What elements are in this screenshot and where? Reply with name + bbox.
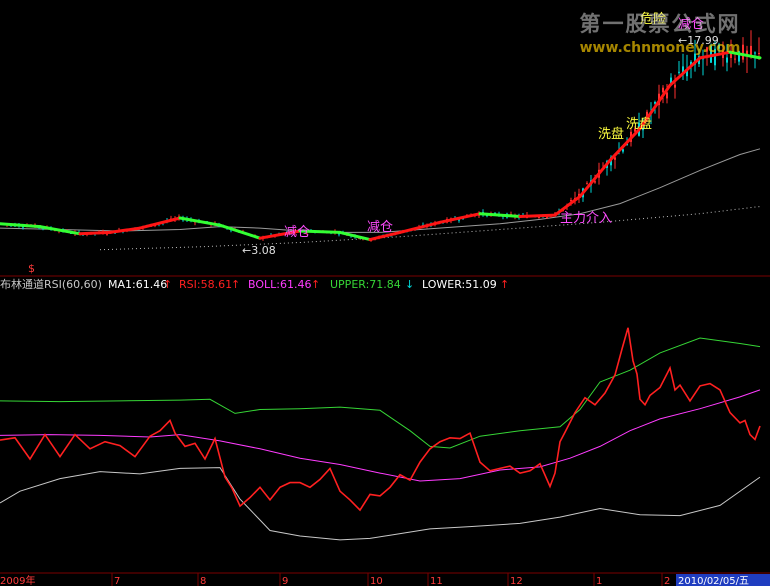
trend-line-segment bbox=[668, 56, 702, 87]
candle-body bbox=[706, 47, 708, 52]
candle-body bbox=[662, 87, 664, 93]
candle-body bbox=[678, 71, 680, 73]
candle-body bbox=[754, 52, 756, 54]
trend-line-segment bbox=[138, 216, 182, 230]
boll-value: BOLL:61.46 bbox=[248, 278, 311, 291]
lower-value: LOWER:51.09 bbox=[422, 278, 497, 291]
annotation-label: 减仓 bbox=[284, 225, 310, 240]
x-tick-label: 1 bbox=[596, 576, 602, 586]
trend-line-segment bbox=[0, 222, 42, 229]
candle-body bbox=[710, 45, 712, 63]
trend-line-segment bbox=[78, 230, 112, 236]
ma1-value: MA1:61.46 bbox=[108, 278, 167, 291]
trend-line-segment bbox=[438, 212, 482, 224]
ma1-arrow: ↑ bbox=[163, 278, 172, 291]
low-price-label: ←3.08 bbox=[242, 244, 276, 257]
x-tick-label: 2 bbox=[664, 576, 670, 586]
trend-line-segment bbox=[108, 226, 142, 234]
x-tick-label: 8 bbox=[200, 576, 206, 586]
upper-value: UPPER:71.84 bbox=[330, 278, 401, 291]
series-rsi-line bbox=[0, 327, 761, 512]
x-tick-label: 11 bbox=[430, 576, 443, 586]
x-tick-label: 10 bbox=[370, 576, 383, 586]
annotation-label: 洗盘 bbox=[598, 126, 624, 142]
series-lower-line bbox=[0, 467, 761, 541]
trend-line-segment bbox=[178, 216, 222, 227]
candle-body bbox=[742, 44, 744, 60]
indicator-name: 布林通道RSI(60,60) bbox=[0, 277, 102, 291]
trend-line-segment bbox=[398, 220, 442, 234]
boll-arrow: ↑ bbox=[311, 278, 320, 291]
annotation-label: 减仓 bbox=[678, 17, 704, 32]
lower-arrow: ↑ bbox=[500, 278, 509, 291]
trend-line-segment bbox=[578, 158, 612, 198]
divider-marker: $ bbox=[28, 262, 35, 275]
candle-body bbox=[714, 48, 716, 66]
rsi-arrow: ↑ bbox=[231, 278, 240, 291]
price-panel: 危险 减仓洗盘洗盘减仓 减仓主力介入←3.08←17.99 bbox=[0, 12, 762, 257]
rsi-panel bbox=[0, 327, 761, 541]
series-upper-line bbox=[0, 337, 761, 449]
annotation-label: 洗盘 bbox=[626, 116, 652, 132]
candle-body bbox=[758, 53, 760, 54]
candle-body bbox=[674, 84, 676, 88]
candle-body bbox=[622, 149, 624, 152]
x-tick-label: 2009年 bbox=[0, 574, 35, 586]
date-box-label: 2010/02/05/五 bbox=[678, 576, 749, 586]
upper-arrow: ↓ bbox=[405, 278, 414, 291]
candle-body bbox=[546, 216, 548, 218]
annotation-label: 主力介入 bbox=[560, 211, 612, 226]
candle-body bbox=[666, 92, 668, 99]
stock-chart: 危险 减仓洗盘洗盘减仓 减仓主力介入←3.08←17.99 $ 布林通道RSI(60… bbox=[0, 12, 770, 586]
candle-body bbox=[726, 57, 728, 63]
time-axis: 2009年 7 8 9 10 11 12 1 2 2010/02/05/五 bbox=[0, 572, 770, 586]
rsi-value: RSI:58.61 bbox=[179, 278, 232, 291]
indicator-header: 布林通道RSI(60,60) MA1:61.46 ↑ RSI:58.61 ↑ B… bbox=[0, 277, 509, 291]
x-tick-label: 12 bbox=[510, 576, 523, 586]
trend-line-segment bbox=[518, 213, 557, 218]
high-price-label: ←17.99 bbox=[678, 34, 719, 47]
annotation-label: 减仓 bbox=[367, 220, 393, 235]
candle-body bbox=[734, 58, 736, 60]
annotation-label: 危险 bbox=[640, 12, 666, 27]
candle-body bbox=[586, 183, 588, 185]
x-tick-label: 7 bbox=[114, 576, 120, 586]
x-tick-label: 9 bbox=[282, 576, 288, 586]
